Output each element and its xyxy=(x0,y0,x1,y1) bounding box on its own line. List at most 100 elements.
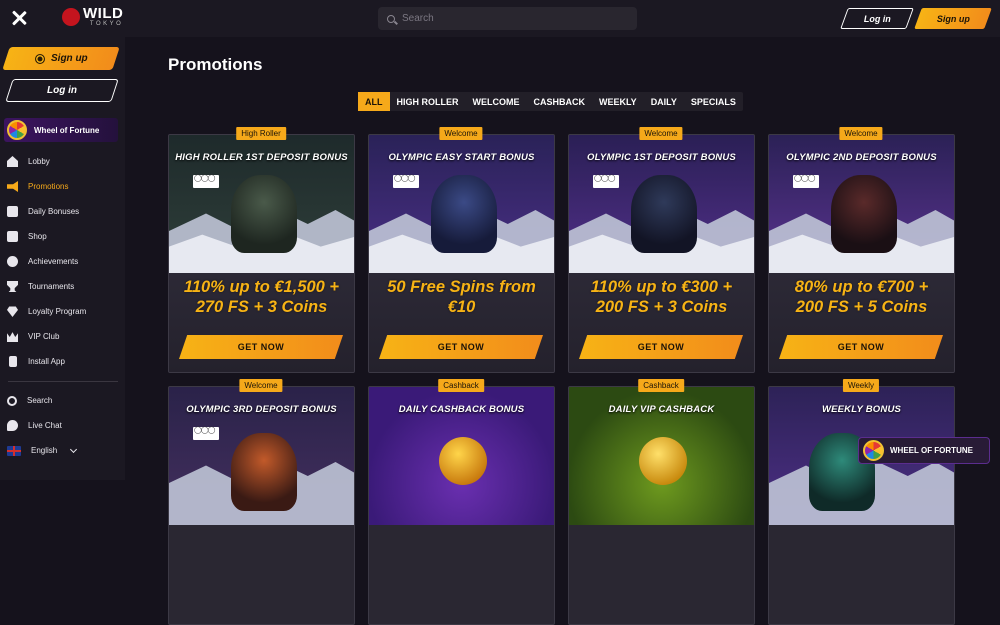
olympic-rings-icon xyxy=(593,174,619,188)
coin-icon xyxy=(34,53,45,64)
close-icon[interactable] xyxy=(10,9,28,27)
search-bar xyxy=(378,7,637,30)
floating-wheel-of-fortune-button[interactable]: WHEEL OF FORTUNE xyxy=(858,437,990,464)
page-title: Promotions xyxy=(168,55,263,74)
promo-card[interactable]: HIGH ROLLER 1ST DEPOSIT BONUS 110% up to… xyxy=(168,134,355,373)
wheel-icon xyxy=(863,440,884,461)
sidebar-item-lobby[interactable]: Lobby xyxy=(0,149,125,174)
sidebar-item-live-chat[interactable]: Live Chat xyxy=(0,413,125,438)
sidebar-item-label: Promotions xyxy=(28,182,69,191)
sidebar-item-label: Search xyxy=(27,396,53,405)
tab-specials[interactable]: SPECIALS xyxy=(684,92,743,111)
promo-category-badge: High Roller xyxy=(236,127,286,140)
login-button-label: Log in xyxy=(863,13,891,24)
shop-icon xyxy=(7,231,18,242)
sidebar-login-button[interactable]: Log in xyxy=(5,79,119,102)
promo-card[interactable]: OLYMPIC EASY START BONUS 50 Free Spins f… xyxy=(368,134,555,373)
sidebar-signup-button[interactable]: Sign up xyxy=(2,47,120,70)
sidebar-item-shop[interactable]: Shop xyxy=(0,224,125,249)
get-now-button[interactable]: GET NOW xyxy=(579,335,743,359)
promo-offer-line: 110% up to €1,500 + xyxy=(183,278,340,296)
promo-card-offer: 110% up to €1,500 + 270 FS + 3 Coins xyxy=(169,277,354,317)
promo-offer-line: 50 Free Spins from xyxy=(387,278,536,296)
promo-offer-line: 200 FS + 3 Coins xyxy=(595,298,728,316)
chat-icon xyxy=(7,420,18,431)
promo-card[interactable]: WEEKLY BONUS xyxy=(768,386,955,625)
promo-offer-line: 270 FS + 3 Coins xyxy=(195,298,328,316)
sidebar-item-install-app[interactable]: Install App xyxy=(0,349,125,374)
uk-flag-icon xyxy=(7,445,21,456)
promo-card-offer: 80% up to €700 + 200 FS + 5 Coins xyxy=(769,277,954,317)
medal-icon xyxy=(7,256,18,267)
promo-card-title: OLYMPIC 2ND DEPOSIT BONUS xyxy=(786,152,937,163)
get-now-button[interactable]: GET NOW xyxy=(179,335,343,359)
sidebar-item-label: Daily Bonuses xyxy=(28,207,80,216)
promo-category-badge: Welcome xyxy=(439,127,483,140)
promo-offer-line: €10 xyxy=(447,298,476,316)
olympic-rings-icon xyxy=(793,174,819,188)
sidebar-item-label: Lobby xyxy=(28,157,50,166)
olympic-rings-icon xyxy=(193,174,219,188)
promo-card[interactable]: DAILY CASHBACK BONUS xyxy=(368,386,555,625)
search-input[interactable] xyxy=(402,13,622,24)
sidebar: Sign up Log in Wheel of Fortune Lobby Pr… xyxy=(0,37,125,480)
get-now-button[interactable]: GET NOW xyxy=(779,335,943,359)
sidebar-wheel-of-fortune[interactable]: Wheel of Fortune xyxy=(4,118,118,142)
sidebar-item-label: Loyalty Program xyxy=(28,307,87,316)
promo-offer-line: 200 FS + 5 Coins xyxy=(795,298,928,316)
sidebar-item-label: VIP Club xyxy=(28,332,60,341)
language-selector[interactable]: English xyxy=(0,438,125,463)
signup-button-label: Sign up xyxy=(936,13,970,24)
signup-button[interactable]: Sign up xyxy=(914,8,992,29)
promo-card-offer: 110% up to €300 + 200 FS + 3 Coins xyxy=(569,277,754,317)
promo-card[interactable]: OLYMPIC 2ND DEPOSIT BONUS 80% up to €700… xyxy=(768,134,955,373)
tab-daily[interactable]: DAILY xyxy=(644,92,684,111)
logo-sub-text: TOKYO xyxy=(89,21,124,27)
promo-card[interactable]: OLYMPIC 3RD DEPOSIT BONUS xyxy=(168,386,355,625)
sidebar-item-vip-club[interactable]: VIP Club xyxy=(0,324,125,349)
sidebar-signup-label: Sign up xyxy=(50,53,88,64)
trophy-icon xyxy=(7,281,18,292)
tab-cashback[interactable]: CASHBACK xyxy=(527,92,593,111)
sidebar-nav: Lobby Promotions Daily Bonuses Shop Achi… xyxy=(0,149,125,374)
sidebar-item-label: Live Chat xyxy=(28,421,62,430)
sidebar-item-label: Achievements xyxy=(28,257,79,266)
sidebar-item-label: Shop xyxy=(28,232,47,241)
language-label: English xyxy=(31,446,58,455)
logo-mark-icon xyxy=(62,7,80,26)
sidebar-item-achievements[interactable]: Achievements xyxy=(0,249,125,274)
gorilla-illustration xyxy=(231,433,297,511)
sidebar-item-loyalty-program[interactable]: Loyalty Program xyxy=(0,299,125,324)
search-icon xyxy=(387,14,395,23)
tab-welcome[interactable]: WELCOME xyxy=(466,92,527,111)
gorilla-illustration xyxy=(431,175,497,253)
tab-all[interactable]: ALL xyxy=(358,92,390,111)
sidebar-item-tournaments[interactable]: Tournaments xyxy=(0,274,125,299)
money-bag-illustration xyxy=(639,437,687,485)
promo-offer-line: 110% up to €300 + xyxy=(590,278,733,296)
promo-card[interactable]: OLYMPIC 1ST DEPOSIT BONUS 110% up to €30… xyxy=(568,134,755,373)
promo-card-title: DAILY CASHBACK BONUS xyxy=(398,404,525,415)
top-bar: WILD TOKYO Log in Sign up xyxy=(0,0,1000,37)
sidebar-item-promotions[interactable]: Promotions xyxy=(0,174,125,199)
promo-filter-tabs: ALL HIGH ROLLER WELCOME CASHBACK WEEKLY … xyxy=(358,92,743,111)
get-now-button[interactable]: GET NOW xyxy=(379,335,543,359)
promo-card-title: OLYMPIC 3RD DEPOSIT BONUS xyxy=(186,404,337,415)
logo[interactable]: WILD TOKYO xyxy=(62,6,123,27)
search-icon xyxy=(7,395,17,406)
sidebar-item-search[interactable]: Search xyxy=(0,388,125,413)
promo-card[interactable]: DAILY VIP CASHBACK xyxy=(568,386,755,625)
money-bag-illustration xyxy=(439,437,487,485)
sidebar-item-daily-bonuses[interactable]: Daily Bonuses xyxy=(0,199,125,224)
promo-category-badge: Cashback xyxy=(438,379,484,392)
tab-weekly[interactable]: WEEKLY xyxy=(592,92,644,111)
crown-icon xyxy=(7,332,18,342)
tab-high-roller[interactable]: HIGH ROLLER xyxy=(390,92,466,111)
olympic-rings-icon xyxy=(393,174,419,188)
sidebar-login-label: Log in xyxy=(47,85,77,96)
promo-offer-line: 80% up to €700 + xyxy=(794,278,929,296)
chevron-down-icon xyxy=(70,445,78,453)
login-button[interactable]: Log in xyxy=(840,8,914,29)
monster-illustration xyxy=(231,175,297,253)
promo-category-badge: Cashback xyxy=(638,379,684,392)
